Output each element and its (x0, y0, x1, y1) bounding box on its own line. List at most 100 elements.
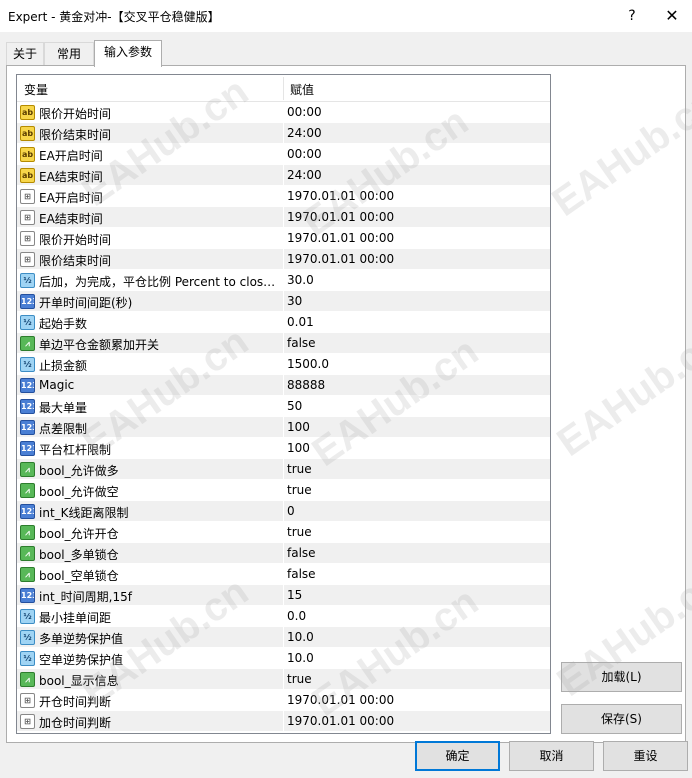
parameter-row[interactable]: ⊞ EA结束时间 1970.01.01 00:00 (17, 207, 550, 228)
parameter-row[interactable]: 123 int_K线距离限制 0 (17, 501, 550, 522)
parameter-row[interactable]: ½ 起始手数 0.01 (17, 312, 550, 333)
parameter-row[interactable]: ⊞ 限价开始时间 1970.01.01 00:00 (17, 228, 550, 249)
parameter-row[interactable]: ⊞ 加仓时间判断 1970.01.01 00:00 (17, 711, 550, 732)
column-divider[interactable] (283, 77, 284, 100)
param-type-int-icon: 123 (20, 420, 35, 435)
parameter-value[interactable]: true (287, 462, 547, 476)
parameter-row[interactable]: ⩘ bool_显示信息 true (17, 669, 550, 690)
parameter-row[interactable]: ⩘ bool_多单锁仓 false (17, 543, 550, 564)
cancel-button[interactable]: 取消 (509, 741, 594, 771)
parameter-row[interactable]: ½ 最小挂单间距 0.0 (17, 606, 550, 627)
parameter-value[interactable]: 50 (287, 399, 547, 413)
parameter-value[interactable]: 30.0 (287, 273, 547, 287)
parameter-value[interactable]: true (287, 525, 547, 539)
parameter-value[interactable]: 00:00 (287, 105, 547, 119)
parameter-value[interactable]: 1970.01.01 00:00 (287, 693, 547, 707)
row-divider (283, 312, 284, 333)
grid-header: 变量 赋值 (17, 75, 550, 102)
parameter-value[interactable]: 0.01 (287, 315, 547, 329)
parameter-value[interactable]: 1970.01.01 00:00 (287, 231, 547, 245)
parameter-name: 空单逆势保护值 (39, 653, 124, 667)
parameter-value[interactable]: 24:00 (287, 168, 547, 182)
parameter-name: bool_允许做多 (39, 464, 119, 478)
param-type-dt-icon: ⊞ (20, 693, 35, 708)
row-divider (283, 165, 284, 186)
parameter-value[interactable]: 00:00 (287, 147, 547, 161)
parameter-row[interactable]: ⩘ 单边平仓金额累加开关 false (17, 333, 550, 354)
row-divider (283, 333, 284, 354)
param-type-dbl-icon: ½ (20, 609, 35, 624)
parameter-value[interactable]: 0 (287, 504, 547, 518)
parameter-value[interactable]: 10.0 (287, 651, 547, 665)
parameter-value[interactable]: 1500.0 (287, 357, 547, 371)
parameter-row[interactable]: 123 最大单量 50 (17, 396, 550, 417)
parameter-value[interactable]: 24:00 (287, 126, 547, 140)
parameter-row[interactable]: ab EA结束时间 24:00 (17, 165, 550, 186)
parameter-name: 单边平仓金额累加开关 (39, 338, 160, 352)
reset-button[interactable]: 重设 (603, 741, 688, 771)
parameter-row[interactable]: ⊞ 开仓时间判断 1970.01.01 00:00 (17, 690, 550, 711)
parameter-name: 加仓时间判断 (39, 716, 112, 730)
parameter-row[interactable]: ⩘ bool_允许做多 true (17, 459, 550, 480)
parameter-row[interactable]: ⩘ bool_允许做空 true (17, 480, 550, 501)
parameter-value[interactable]: false (287, 546, 547, 560)
parameter-value[interactable]: 1970.01.01 00:00 (287, 252, 547, 266)
help-button[interactable]: ? (620, 4, 644, 28)
parameter-value[interactable]: false (287, 567, 547, 581)
load-button[interactable]: 加载(L) (561, 662, 682, 692)
parameter-row[interactable]: 123 Magic 88888 (17, 375, 550, 396)
close-button[interactable]: ✕ (660, 4, 684, 28)
parameter-value[interactable]: true (287, 483, 547, 497)
parameter-value[interactable]: 10.0 (287, 630, 547, 644)
param-type-dt-icon: ⊞ (20, 189, 35, 204)
tab-inputs[interactable]: 输入参数 (94, 40, 162, 67)
parameter-row[interactable]: ½ 多单逆势保护值 10.0 (17, 627, 550, 648)
tab-about[interactable]: 关于 (6, 42, 44, 66)
param-type-dt-icon: ⊞ (20, 252, 35, 267)
parameter-row[interactable]: ⩘ bool_允许开仓 true (17, 522, 550, 543)
parameter-row[interactable]: ab 限价结束时间 24:00 (17, 123, 550, 144)
parameter-value[interactable]: 1970.01.01 00:00 (287, 714, 547, 728)
param-type-dbl-icon: ½ (20, 630, 35, 645)
column-header-variable[interactable]: 变量 (24, 81, 48, 98)
parameter-value[interactable]: 100 (287, 441, 547, 455)
column-header-value[interactable]: 赋值 (290, 81, 314, 98)
param-type-dt-icon: ⊞ (20, 231, 35, 246)
parameter-value[interactable]: 0.0 (287, 609, 547, 623)
param-type-dt-icon: ⊞ (20, 210, 35, 225)
row-divider (283, 270, 284, 291)
parameters-grid[interactable]: 变量 赋值 ab 限价开始时间 00:00 ab 限价结束时间 24:00 ab EA开启时间… (16, 74, 551, 734)
parameter-row[interactable]: ab EA开启时间 00:00 (17, 144, 550, 165)
parameter-row[interactable]: ⊞ 限价结束时间 1970.01.01 00:00 (17, 249, 550, 270)
parameter-value[interactable]: true (287, 672, 547, 686)
parameter-row[interactable]: ½ 后加，为完成，平仓比例 Percent to close... 30.0 (17, 270, 550, 291)
parameter-row[interactable]: ab 限价开始时间 00:00 (17, 102, 550, 123)
parameter-name: 限价结束时间 (39, 254, 112, 268)
parameter-value[interactable]: 88888 (287, 378, 547, 392)
parameter-row[interactable]: ⩘ bool_空单锁仓 false (17, 564, 550, 585)
parameter-row[interactable]: 123 点差限制 100 (17, 417, 550, 438)
parameter-row[interactable]: ½ 止损金额 1500.0 (17, 354, 550, 375)
window-title: Expert - 黄金对冲-【交叉平仓稳健版】 (8, 10, 220, 24)
param-type-bool-icon: ⩘ (20, 546, 35, 561)
ok-button[interactable]: 确定 (415, 741, 500, 771)
parameter-value[interactable]: 1970.01.01 00:00 (287, 210, 547, 224)
row-divider (283, 480, 284, 501)
parameter-row[interactable]: ⊞ EA开启时间 1970.01.01 00:00 (17, 186, 550, 207)
parameter-value[interactable]: 30 (287, 294, 547, 308)
tab-common[interactable]: 常用 (44, 42, 94, 66)
parameter-name: bool_允许开仓 (39, 527, 119, 541)
param-type-int-icon: 123 (20, 588, 35, 603)
parameter-row[interactable]: 123 开单时间间距(秒) 30 (17, 291, 550, 312)
parameter-name: 平台杠杆限制 (39, 443, 112, 457)
parameter-value[interactable]: 100 (287, 420, 547, 434)
parameter-row[interactable]: ½ 空单逆势保护值 10.0 (17, 648, 550, 669)
row-divider (283, 648, 284, 669)
parameter-value[interactable]: false (287, 336, 547, 350)
parameter-value[interactable]: 15 (287, 588, 547, 602)
save-button[interactable]: 保存(S) (561, 704, 682, 734)
parameter-row[interactable]: 123 平台杠杆限制 100 (17, 438, 550, 459)
parameter-name: 开单时间间距(秒) (39, 296, 133, 310)
parameter-row[interactable]: 123 int_时间周期,15f 15 (17, 585, 550, 606)
parameter-value[interactable]: 1970.01.01 00:00 (287, 189, 547, 203)
